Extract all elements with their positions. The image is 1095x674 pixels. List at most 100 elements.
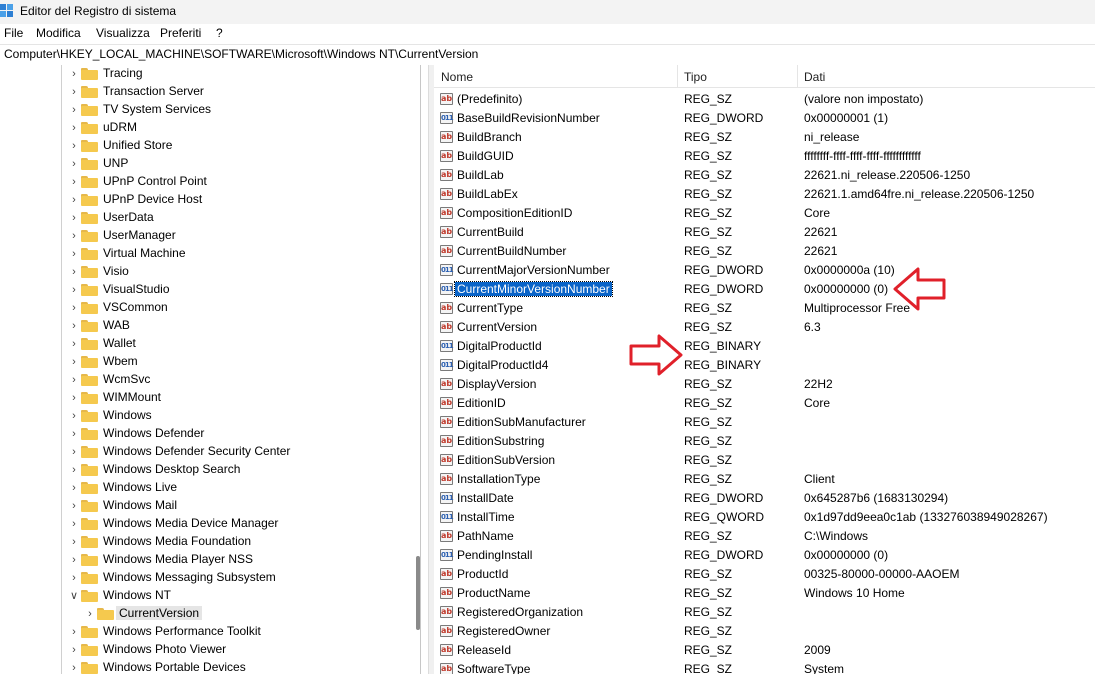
- column-name[interactable]: Nome: [441, 70, 473, 84]
- chevron-right-icon[interactable]: ›: [69, 176, 79, 188]
- tree-item[interactable]: › Visio: [0, 263, 428, 281]
- tree-item[interactable]: › Windows Portable Devices: [0, 659, 428, 674]
- tree-item[interactable]: › Windows Desktop Search: [0, 461, 428, 479]
- tree-item[interactable]: › Windows: [0, 407, 428, 425]
- column-type[interactable]: Tipo: [684, 70, 707, 84]
- value-row[interactable]: ab BuildLabEx REG_SZ 22621.1.amd64fre.ni_re…: [434, 185, 1095, 204]
- value-row[interactable]: ab ProductName REG_SZ Windows 10 Home: [434, 584, 1095, 603]
- chevron-right-icon[interactable]: ›: [69, 158, 79, 170]
- menu-preferiti[interactable]: Preferiti: [160, 26, 201, 40]
- chevron-right-icon[interactable]: ›: [69, 554, 79, 566]
- value-row[interactable]: 011 DigitalProductId4 REG_BINARY: [434, 356, 1095, 375]
- tree-item[interactable]: › Windows Media Device Manager: [0, 515, 428, 533]
- value-row[interactable]: ab EditionSubstring REG_SZ: [434, 432, 1095, 451]
- column-separator[interactable]: [677, 65, 678, 87]
- tree-scrollbar-thumb[interactable]: [416, 556, 420, 630]
- tree-item[interactable]: › WIMMount: [0, 389, 428, 407]
- chevron-right-icon[interactable]: ›: [69, 374, 79, 386]
- chevron-right-icon[interactable]: ›: [69, 302, 79, 314]
- value-row[interactable]: ab InstallationType REG_SZ Client: [434, 470, 1095, 489]
- chevron-right-icon[interactable]: ›: [69, 644, 79, 656]
- chevron-right-icon[interactable]: ›: [69, 410, 79, 422]
- tree-item[interactable]: › UPnP Control Point: [0, 173, 428, 191]
- value-row[interactable]: ab DisplayVersion REG_SZ 22H2: [434, 375, 1095, 394]
- chevron-right-icon[interactable]: ›: [69, 86, 79, 98]
- column-separator[interactable]: [797, 65, 798, 87]
- chevron-right-icon[interactable]: ›: [69, 536, 79, 548]
- tree-item[interactable]: › UserManager: [0, 227, 428, 245]
- chevron-right-icon[interactable]: ›: [69, 266, 79, 278]
- value-row[interactable]: ab BuildGUID REG_SZ ffffffff-ffff-ffff-ffff…: [434, 147, 1095, 166]
- tree-item[interactable]: › Windows Defender Security Center: [0, 443, 428, 461]
- chevron-right-icon[interactable]: ›: [85, 608, 95, 620]
- tree-item[interactable]: › Windows Media Player NSS: [0, 551, 428, 569]
- menu-file[interactable]: File: [4, 26, 23, 40]
- chevron-right-icon[interactable]: ›: [69, 122, 79, 134]
- chevron-right-icon[interactable]: ›: [69, 446, 79, 458]
- chevron-right-icon[interactable]: ›: [69, 104, 79, 116]
- tree-item[interactable]: › UPnP Device Host: [0, 191, 428, 209]
- tree-item[interactable]: › UNP: [0, 155, 428, 173]
- tree-item[interactable]: › UserData: [0, 209, 428, 227]
- chevron-right-icon[interactable]: ›: [69, 356, 79, 368]
- tree-item[interactable]: › Windows Photo Viewer: [0, 641, 428, 659]
- tree-item[interactable]: › WAB: [0, 317, 428, 335]
- chevron-right-icon[interactable]: ›: [69, 392, 79, 404]
- chevron-down-icon[interactable]: ∨: [69, 590, 79, 602]
- chevron-right-icon[interactable]: ›: [69, 626, 79, 638]
- value-row[interactable]: ab EditionSubManufacturer REG_SZ: [434, 413, 1095, 432]
- menu-visualizza[interactable]: Visualizza: [96, 26, 150, 40]
- tree-item[interactable]: › CurrentVersion: [0, 605, 428, 623]
- value-row[interactable]: 011 InstallTime REG_QWORD 0x1d97dd9eea0c1ab…: [434, 508, 1095, 527]
- value-row[interactable]: ab EditionSubVersion REG_SZ: [434, 451, 1095, 470]
- value-row[interactable]: ab CurrentBuild REG_SZ 22621: [434, 223, 1095, 242]
- tree-item[interactable]: › Tracing: [0, 65, 428, 83]
- tree-item[interactable]: › Windows Defender: [0, 425, 428, 443]
- tree-item[interactable]: › Windows Mail: [0, 497, 428, 515]
- tree-item[interactable]: › Wallet: [0, 335, 428, 353]
- value-row[interactable]: ab RegisteredOwner REG_SZ: [434, 622, 1095, 641]
- chevron-right-icon[interactable]: ›: [69, 572, 79, 584]
- chevron-right-icon[interactable]: ›: [69, 428, 79, 440]
- chevron-right-icon[interactable]: ›: [69, 464, 79, 476]
- tree-item[interactable]: › Virtual Machine: [0, 245, 428, 263]
- value-row[interactable]: ab CurrentVersion REG_SZ 6.3: [434, 318, 1095, 337]
- value-row[interactable]: ab ProductId REG_SZ 00325-80000-00000-AAOEM: [434, 565, 1095, 584]
- address-bar[interactable]: Computer\HKEY_LOCAL_MACHINE\SOFTWARE\Mic…: [0, 44, 1095, 66]
- chevron-right-icon[interactable]: ›: [69, 338, 79, 350]
- chevron-right-icon[interactable]: ›: [69, 212, 79, 224]
- value-row[interactable]: 011 CurrentMinorVersionNumber REG_DWORD 0x0…: [434, 280, 1095, 299]
- tree-item[interactable]: ∨ Windows NT: [0, 587, 428, 605]
- tree-item[interactable]: › VSCommon: [0, 299, 428, 317]
- value-row[interactable]: ab CompositionEditionID REG_SZ Core: [434, 204, 1095, 223]
- value-row[interactable]: ab PathName REG_SZ C:\Windows: [434, 527, 1095, 546]
- tree-item[interactable]: › Unified Store: [0, 137, 428, 155]
- value-row[interactable]: ab ReleaseId REG_SZ 2009: [434, 641, 1095, 660]
- tree-item[interactable]: › Windows Media Foundation: [0, 533, 428, 551]
- address-path[interactable]: Computer\HKEY_LOCAL_MACHINE\SOFTWARE\Mic…: [4, 47, 478, 61]
- column-data[interactable]: Dati: [804, 70, 825, 84]
- value-row[interactable]: ab RegisteredOrganization REG_SZ: [434, 603, 1095, 622]
- chevron-right-icon[interactable]: ›: [69, 518, 79, 530]
- chevron-right-icon[interactable]: ›: [69, 500, 79, 512]
- chevron-right-icon[interactable]: ›: [69, 194, 79, 206]
- value-row[interactable]: ab (Predefinito) REG_SZ (valore non imposta…: [434, 90, 1095, 109]
- chevron-right-icon[interactable]: ›: [69, 320, 79, 332]
- menu-help[interactable]: ?: [216, 26, 223, 40]
- value-row[interactable]: 011 CurrentMajorVersionNumber REG_DWORD 0x0…: [434, 261, 1095, 280]
- chevron-right-icon[interactable]: ›: [69, 662, 79, 674]
- value-row[interactable]: 011 DigitalProductId REG_BINARY: [434, 337, 1095, 356]
- value-row[interactable]: ab BuildBranch REG_SZ ni_release: [434, 128, 1095, 147]
- tree-item[interactable]: › Transaction Server: [0, 83, 428, 101]
- value-row[interactable]: 011 InstallDate REG_DWORD 0x645287b6 (16831…: [434, 489, 1095, 508]
- tree-item[interactable]: › Windows Performance Toolkit: [0, 623, 428, 641]
- value-row[interactable]: ab CurrentType REG_SZ Multiprocessor Free: [434, 299, 1095, 318]
- chevron-right-icon[interactable]: ›: [69, 68, 79, 80]
- tree-item[interactable]: › VisualStudio: [0, 281, 428, 299]
- chevron-right-icon[interactable]: ›: [69, 140, 79, 152]
- chevron-right-icon[interactable]: ›: [69, 248, 79, 260]
- chevron-right-icon[interactable]: ›: [69, 230, 79, 242]
- menu-modifica[interactable]: Modifica: [36, 26, 81, 40]
- tree-item[interactable]: › uDRM: [0, 119, 428, 137]
- chevron-right-icon[interactable]: ›: [69, 482, 79, 494]
